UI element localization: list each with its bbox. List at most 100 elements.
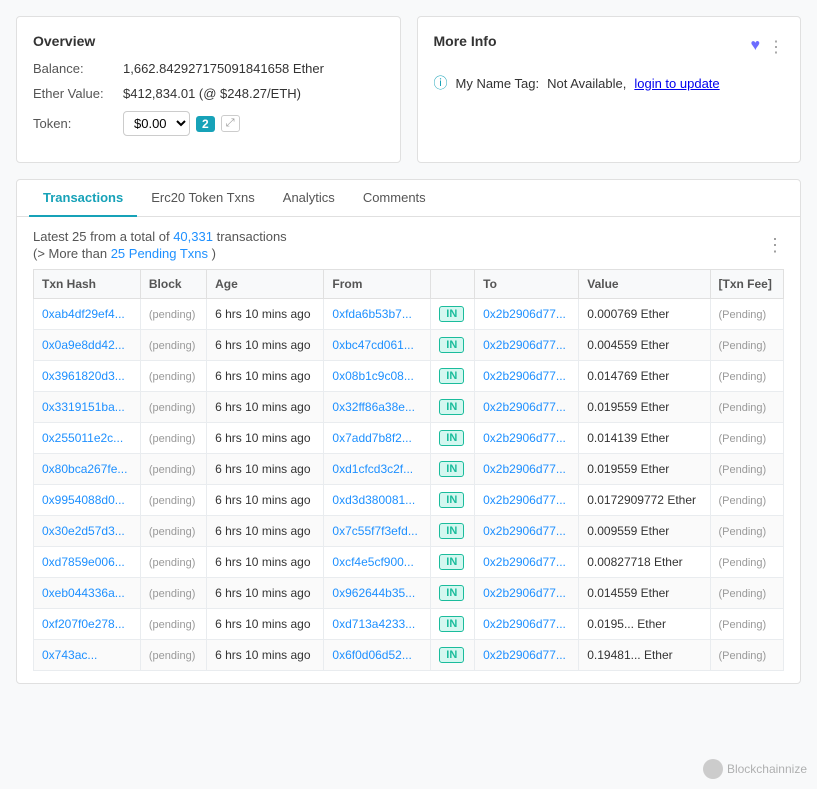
to-link[interactable]: 0x2b2906d77... [483,431,566,445]
txn-hash-cell: 0xab4df29ef4... [34,299,141,330]
direction-cell: IN [431,361,475,392]
fee-pending: (Pending) [719,495,767,507]
col-txn-hash: Txn Hash [34,270,141,299]
tab-transactions[interactable]: Transactions [29,180,137,217]
txn-hash-link[interactable]: 0xeb044336a... [42,586,125,600]
tabs-header: Transactions Erc20 Token Txns Analytics … [17,180,800,217]
fee-cell: (Pending) [710,454,784,485]
table-options-icon[interactable]: ⋮ [766,235,784,256]
from-link[interactable]: 0xcf4e5cf900... [332,555,413,569]
direction-cell: IN [431,423,475,454]
heart-icon[interactable]: ♥ [751,37,761,57]
from-cell: 0x7add7b8f2... [324,423,431,454]
direction-cell: IN [431,516,475,547]
from-link[interactable]: 0x32ff86a38e... [332,400,415,414]
block-cell: (pending) [140,640,206,671]
table-row: 0x30e2d57d3...(pending)6 hrs 10 mins ago… [34,516,784,547]
to-link[interactable]: 0x2b2906d77... [483,400,566,414]
txn-hash-link[interactable]: 0x0a9e8dd42... [42,338,125,352]
from-link[interactable]: 0xfda6b53b7... [332,307,411,321]
from-link[interactable]: 0xd3d380081... [332,493,415,507]
fee-cell: (Pending) [710,423,784,454]
txn-total-link[interactable]: 40,331 [173,229,213,244]
fee-cell: (Pending) [710,640,784,671]
transactions-table: Txn Hash Block Age From To Value [Txn Fe… [33,269,784,671]
fee-cell: (Pending) [710,578,784,609]
fee-cell: (Pending) [710,299,784,330]
fee-pending: (Pending) [719,526,767,538]
tab-erc20[interactable]: Erc20 Token Txns [137,180,269,217]
from-link[interactable]: 0x7add7b8f2... [332,431,411,445]
from-cell: 0xfda6b53b7... [324,299,431,330]
txn-hash-link[interactable]: 0xd7859e006... [42,555,125,569]
nametag-link[interactable]: login to update [634,76,719,91]
to-link[interactable]: 0x2b2906d77... [483,493,566,507]
table-row: 0xeb044336a...(pending)6 hrs 10 mins ago… [34,578,784,609]
to-link[interactable]: 0x2b2906d77... [483,617,566,631]
from-link[interactable]: 0x7c55f7f3efd... [332,524,417,538]
from-link[interactable]: 0x08b1c9c08... [332,369,413,383]
to-link[interactable]: 0x2b2906d77... [483,462,566,476]
age-cell: 6 hrs 10 mins ago [207,454,324,485]
fee-cell: (Pending) [710,547,784,578]
to-cell: 0x2b2906d77... [475,361,579,392]
txn-hash-link[interactable]: 0x3961820d3... [42,369,125,383]
to-link[interactable]: 0x2b2906d77... [483,338,566,352]
expand-icon[interactable]: ⤢ [221,115,240,132]
txn-summary-left: Latest 25 from a total of 40,331 transac… [33,229,287,261]
value-cell: 0.004559 Ether [579,330,710,361]
txn-hash-cell: 0x3319151ba... [34,392,141,423]
overview-title: Overview [33,33,384,49]
to-link[interactable]: 0x2b2906d77... [483,369,566,383]
to-link[interactable]: 0x2b2906d77... [483,524,566,538]
txn-hash-link[interactable]: 0x743ac... [42,648,97,662]
from-link[interactable]: 0xbc47cd061... [332,338,413,352]
txn-hash-link[interactable]: 0x9954088d0... [42,493,125,507]
from-link[interactable]: 0xd713a4233... [332,617,415,631]
block-cell: (pending) [140,423,206,454]
block-cell: (pending) [140,609,206,640]
txn-pending-link[interactable]: 25 Pending Txns [111,246,208,261]
direction-badge: IN [439,461,464,477]
to-link[interactable]: 0x2b2906d77... [483,648,566,662]
txn-hash-link[interactable]: 0xab4df29ef4... [42,307,125,321]
to-link[interactable]: 0x2b2906d77... [483,555,566,569]
to-link[interactable]: 0x2b2906d77... [483,307,566,321]
direction-cell: IN [431,299,475,330]
txn-latest-text: Latest 25 from a total of [33,229,170,244]
col-direction [431,270,475,299]
table-row: 0x3319151ba...(pending)6 hrs 10 mins ago… [34,392,784,423]
txn-hash-cell: 0x9954088d0... [34,485,141,516]
table-row: 0x80bca267fe...(pending)6 hrs 10 mins ag… [34,454,784,485]
to-cell: 0x2b2906d77... [475,516,579,547]
txn-hash-link[interactable]: 0xf207f0e278... [42,617,125,631]
to-cell: 0x2b2906d77... [475,423,579,454]
txn-hash-link[interactable]: 0x3319151ba... [42,400,125,414]
direction-badge: IN [439,523,464,539]
token-select[interactable]: $0.00 [123,111,190,136]
more-options-icon[interactable]: ⋮ [768,37,784,57]
tab-comments[interactable]: Comments [349,180,440,217]
txn-hash-cell: 0x743ac... [34,640,141,671]
to-link[interactable]: 0x2b2906d77... [483,586,566,600]
overview-panel: Overview Balance: 1,662.8429271750918416… [16,16,401,163]
block-pending: (pending) [149,371,195,383]
direction-cell: IN [431,640,475,671]
from-link[interactable]: 0x6f0d06d52... [332,648,411,662]
fee-pending: (Pending) [719,402,767,414]
fee-pending: (Pending) [719,433,767,445]
fee-pending: (Pending) [719,619,767,631]
txn-hash-cell: 0x255011e2c... [34,423,141,454]
txn-hash-link[interactable]: 0x80bca267fe... [42,462,127,476]
txn-hash-link[interactable]: 0x255011e2c... [42,431,123,445]
fee-pending: (Pending) [719,464,767,476]
age-cell: 6 hrs 10 mins ago [207,485,324,516]
direction-badge: IN [439,492,464,508]
from-link[interactable]: 0xd1cfcd3c2f... [332,462,413,476]
from-link[interactable]: 0x962644b35... [332,586,415,600]
txn-pending-text: (> More than [33,246,107,261]
txn-hash-link[interactable]: 0x30e2d57d3... [42,524,125,538]
block-cell: (pending) [140,547,206,578]
tab-analytics[interactable]: Analytics [269,180,349,217]
txn-hash-cell: 0x3961820d3... [34,361,141,392]
